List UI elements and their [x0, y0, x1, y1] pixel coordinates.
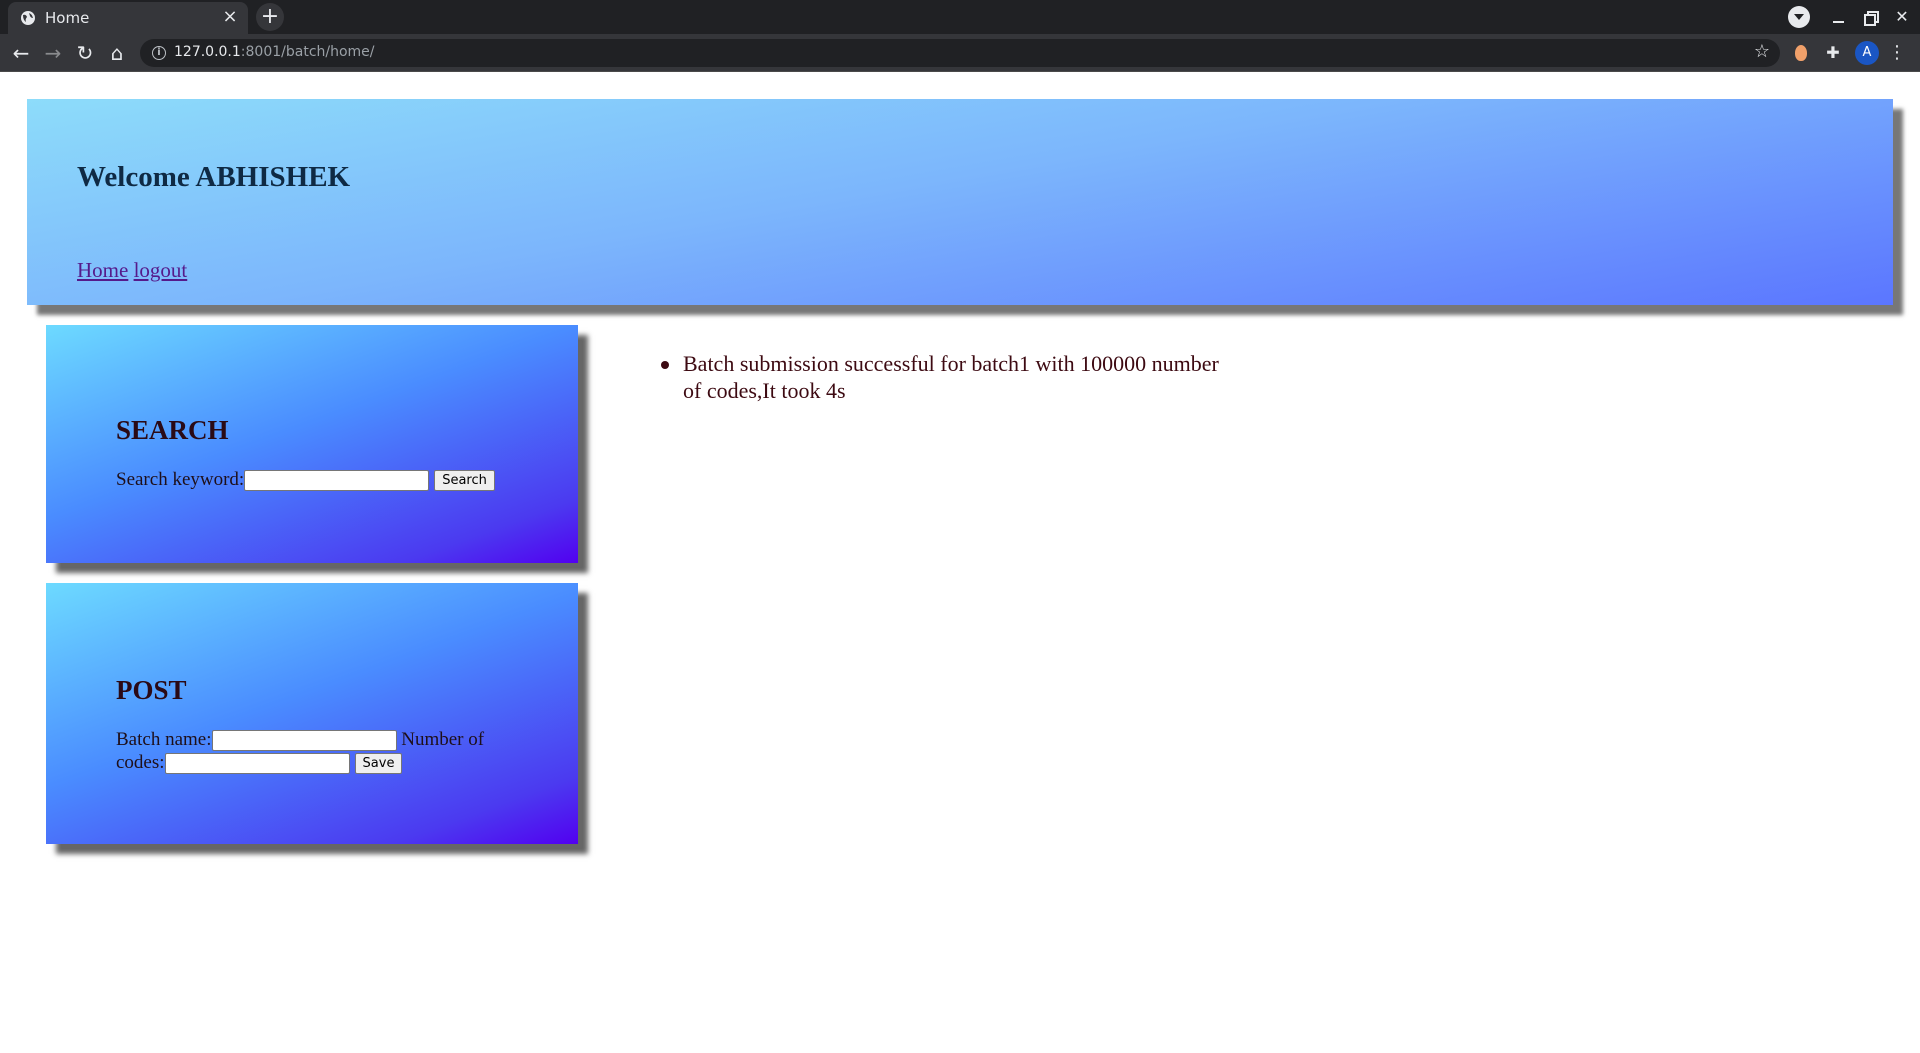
search-input[interactable]: [244, 469, 430, 491]
page-content: Welcome ABHISHEK Home logout SEARCH Sear…: [0, 72, 1920, 1053]
star-icon[interactable]: ☆: [1754, 41, 1770, 62]
info-icon[interactable]: i: [152, 46, 166, 60]
home-icon[interactable]: ⌂: [102, 38, 132, 68]
url-text[interactable]: 127.0.0.1:8001/batch/home/: [174, 44, 375, 60]
browser-tab[interactable]: Home ×: [8, 2, 248, 34]
minimize-icon[interactable]: [1823, 4, 1853, 30]
chevron-down-icon[interactable]: [1784, 4, 1814, 30]
reload-icon[interactable]: ↻: [70, 38, 100, 68]
page-title: Welcome ABHISHEK: [77, 161, 351, 193]
url-host: 127.0.0.1: [174, 44, 241, 60]
batch-name-input[interactable]: [211, 730, 397, 752]
tab-title: Home: [45, 9, 90, 27]
globe-icon: [21, 11, 35, 25]
batch-name-label: Batch name:: [116, 729, 212, 750]
fox-extension-icon[interactable]: [1788, 40, 1814, 66]
home-link[interactable]: Home: [77, 258, 128, 282]
back-icon[interactable]: ←: [6, 38, 36, 68]
search-keyword-label: Search keyword:: [116, 469, 245, 490]
puzzle-icon[interactable]: ✚: [1820, 40, 1846, 66]
list-item: Batch submission successful for batch1 w…: [660, 350, 1220, 404]
close-window-icon[interactable]: ✕: [1887, 4, 1917, 30]
logout-link[interactable]: logout: [134, 258, 188, 282]
search-heading: SEARCH: [116, 415, 229, 445]
search-card: SEARCH Search keyword: Search: [46, 325, 578, 563]
message-list: Batch submission successful for batch1 w…: [660, 350, 1220, 404]
post-form: Batch name: Number of codes: Save: [116, 728, 516, 775]
save-button[interactable]: Save: [354, 753, 403, 775]
header-nav: Home logout: [77, 258, 187, 283]
post-heading: POST: [116, 675, 187, 705]
close-icon[interactable]: ×: [220, 6, 240, 28]
avatar[interactable]: A: [1855, 41, 1879, 65]
browser-tab-strip: Home × + ✕: [0, 0, 1920, 34]
search-form: Search keyword: Search: [116, 469, 495, 491]
address-bar[interactable]: i 127.0.0.1:8001/batch/home/ ☆: [140, 39, 1780, 67]
search-button[interactable]: Search: [434, 469, 495, 491]
post-card: POST Batch name: Number of codes: Save: [46, 583, 578, 844]
new-tab-button[interactable]: +: [256, 3, 284, 31]
url-path: :8001/batch/home/: [240, 44, 375, 60]
menu-dots-icon[interactable]: ⋮: [1884, 40, 1910, 66]
forward-icon[interactable]: →: [38, 38, 68, 68]
welcome-header: Welcome ABHISHEK Home logout: [27, 99, 1893, 305]
number-of-codes-input[interactable]: [164, 753, 350, 775]
browser-toolbar: ← → ↻ ⌂ i 127.0.0.1:8001/batch/home/ ☆ ✚…: [0, 34, 1920, 72]
restore-icon[interactable]: [1855, 4, 1885, 30]
